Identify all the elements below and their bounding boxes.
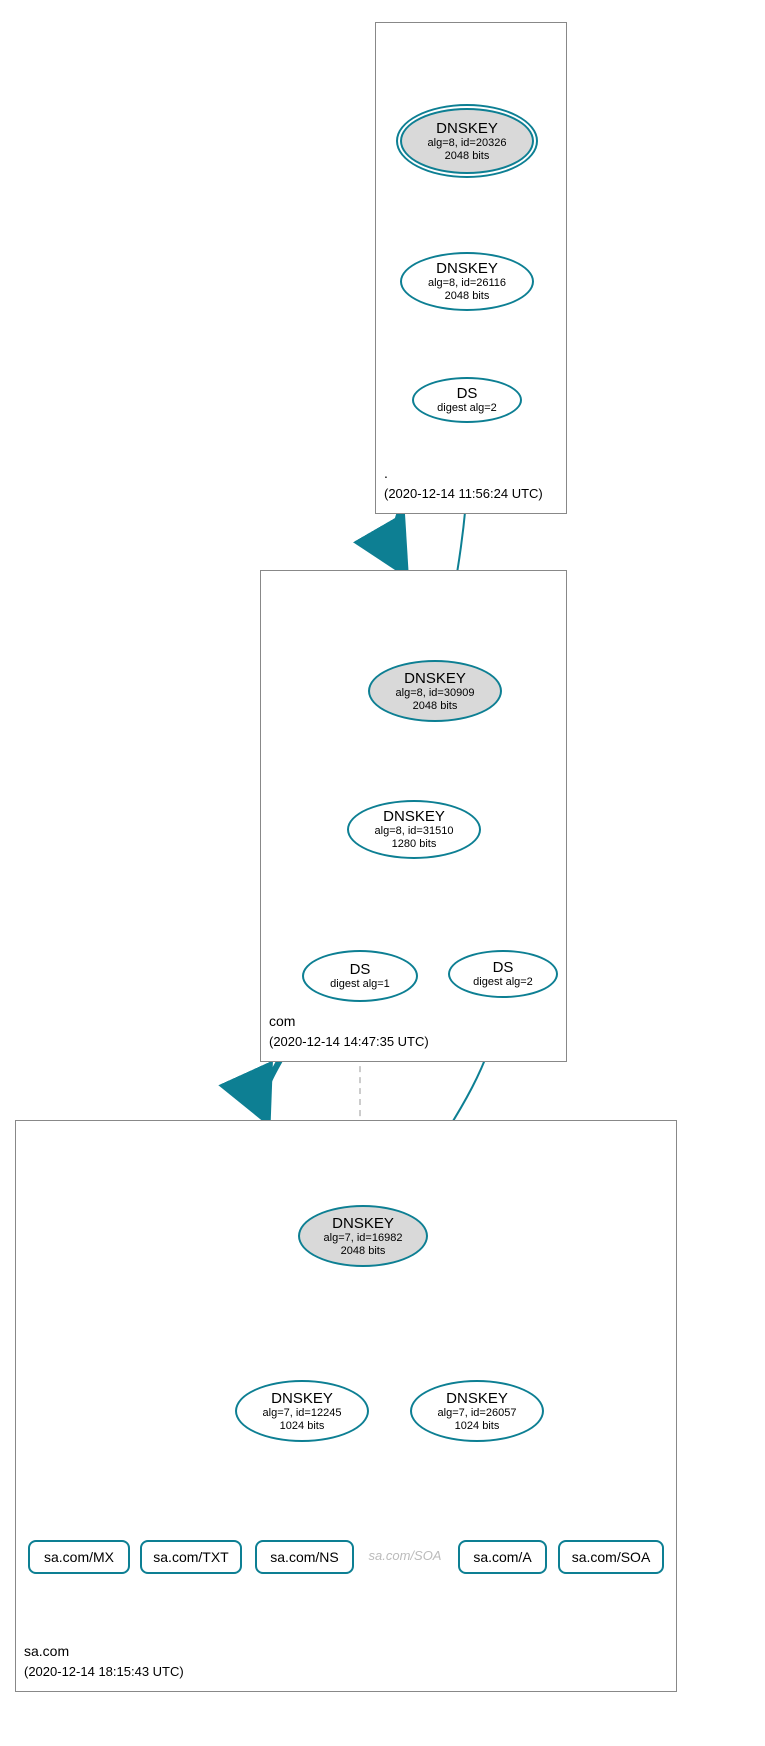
node-root-zsk: DNSKEY alg=8, id=26116 2048 bits — [400, 252, 534, 311]
node-com-ksk: DNSKEY alg=8, id=30909 2048 bits — [368, 660, 502, 722]
node-title: DNSKEY — [271, 1390, 333, 1407]
node-title: DS — [350, 961, 371, 978]
node-title: DNSKEY — [404, 670, 466, 687]
node-line: alg=8, id=20326 — [428, 137, 507, 150]
node-line: 2048 bits — [445, 150, 490, 163]
node-line: alg=8, id=26116 — [428, 277, 506, 290]
node-sa-ksk: DNSKEY alg=7, id=16982 2048 bits — [298, 1205, 428, 1267]
node-com-zsk: DNSKEY alg=8, id=31510 1280 bits — [347, 800, 481, 859]
node-sa-zsk2: DNSKEY alg=7, id=26057 1024 bits — [410, 1380, 544, 1442]
node-line: 1024 bits — [455, 1420, 500, 1433]
node-line: 1024 bits — [280, 1420, 325, 1433]
node-line: alg=8, id=30909 — [396, 687, 475, 700]
rr-ns: sa.com/NS — [255, 1540, 354, 1574]
node-title: DS — [457, 385, 478, 402]
node-line: digest alg=2 — [437, 402, 497, 415]
node-title: DNSKEY — [383, 808, 445, 825]
zone-date: (2020-12-14 11:56:24 UTC) — [384, 486, 543, 501]
node-root-ds: DS digest alg=2 — [412, 377, 522, 423]
rr-mx: sa.com/MX — [28, 1540, 130, 1574]
zone-name: . — [384, 465, 388, 481]
rr-soa: sa.com/SOA — [558, 1540, 664, 1574]
node-line: digest alg=1 — [330, 978, 390, 991]
zone-date: (2020-12-14 14:47:35 UTC) — [269, 1034, 429, 1049]
node-com-ds2: DS digest alg=2 — [448, 950, 558, 998]
node-line: 2048 bits — [413, 700, 458, 713]
rr-a: sa.com/A — [458, 1540, 547, 1574]
node-com-ds1: DS digest alg=1 — [302, 950, 418, 1002]
node-line: digest alg=2 — [473, 976, 533, 989]
zone-date: (2020-12-14 18:15:43 UTC) — [24, 1664, 184, 1679]
node-line: alg=8, id=31510 — [375, 825, 454, 838]
zone-name: sa.com — [24, 1643, 69, 1659]
node-line: alg=7, id=16982 — [324, 1232, 403, 1245]
node-title: DNSKEY — [436, 260, 498, 277]
node-line: 2048 bits — [445, 290, 490, 303]
node-line: 1280 bits — [392, 838, 437, 851]
node-title: DNSKEY — [332, 1215, 394, 1232]
zone-name: com — [269, 1013, 295, 1029]
node-line: alg=7, id=26057 — [438, 1407, 517, 1420]
node-root-ksk: DNSKEY alg=8, id=20326 2048 bits — [400, 108, 534, 174]
node-title: DS — [493, 959, 514, 976]
node-line: 2048 bits — [341, 1245, 386, 1258]
node-title: DNSKEY — [436, 120, 498, 137]
rr-txt: sa.com/TXT — [140, 1540, 242, 1574]
node-title: DNSKEY — [446, 1390, 508, 1407]
rr-soa-ghost: sa.com/SOA — [365, 1540, 445, 1570]
node-sa-zsk1: DNSKEY alg=7, id=12245 1024 bits — [235, 1380, 369, 1442]
node-line: alg=7, id=12245 — [263, 1407, 342, 1420]
